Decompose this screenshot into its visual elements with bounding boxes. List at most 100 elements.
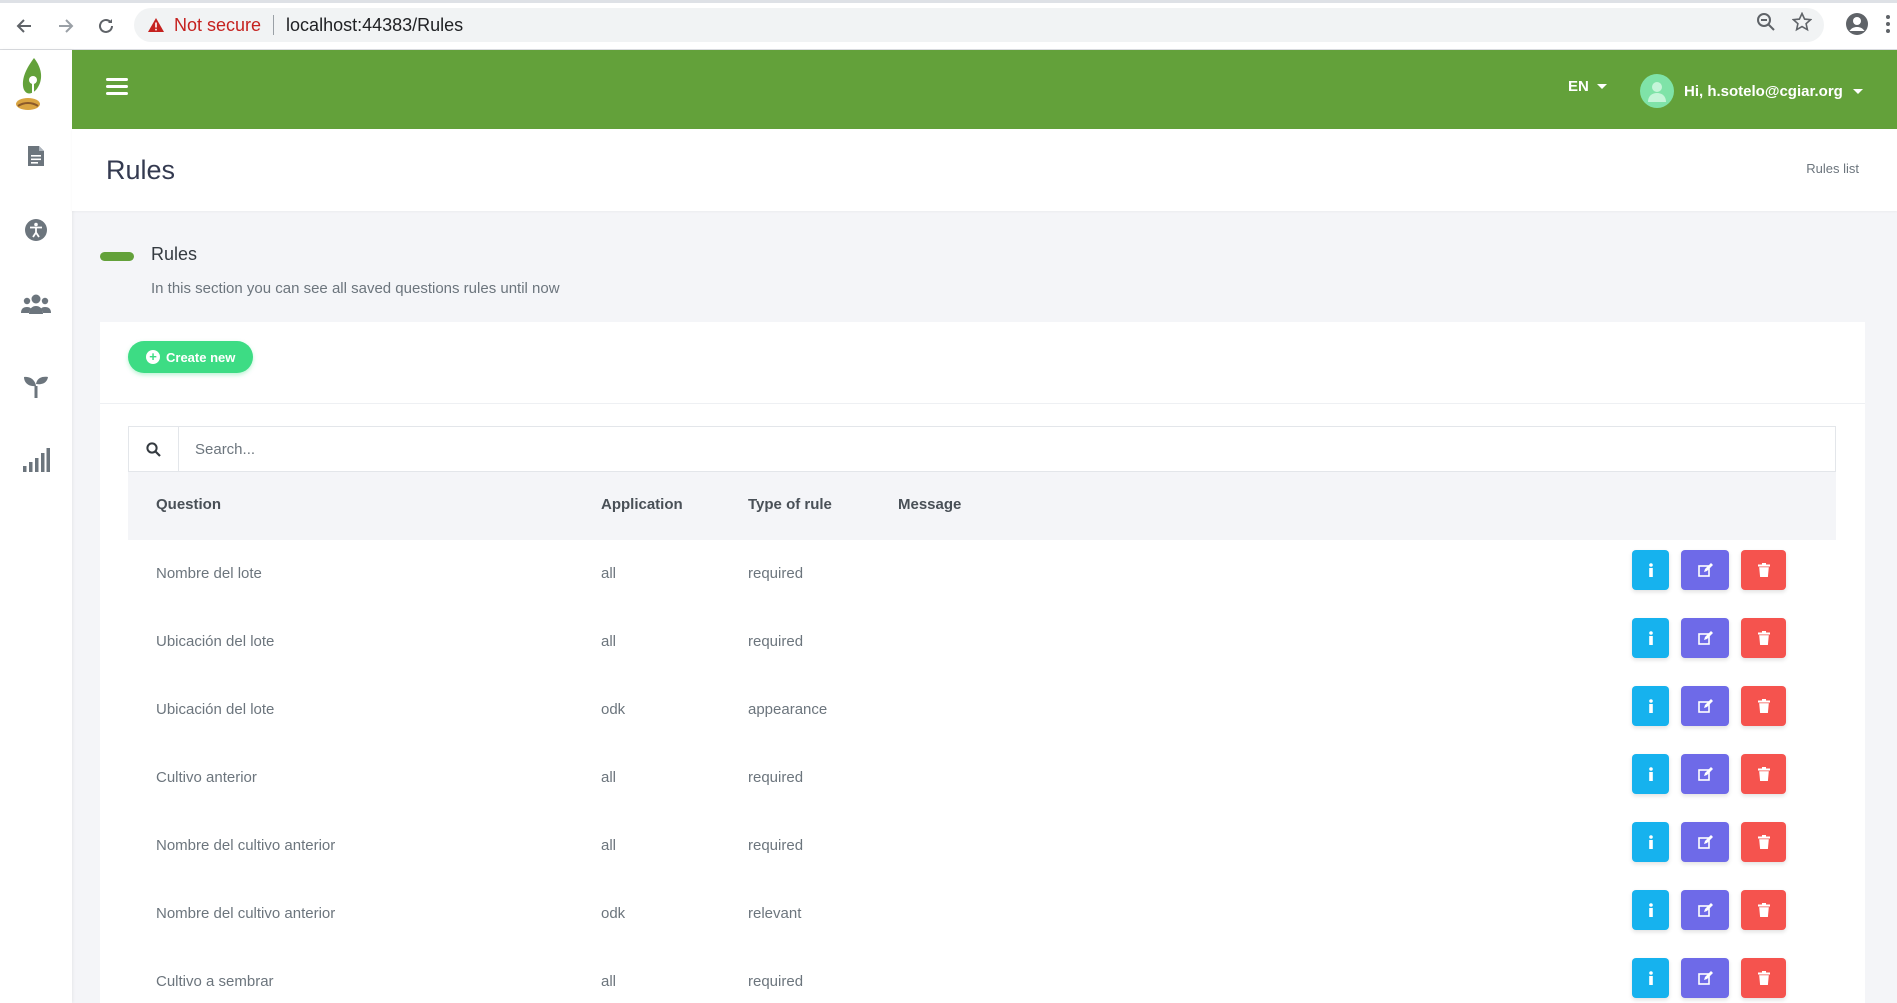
sidebar-item-accessibility[interactable] (20, 214, 52, 246)
security-indicator[interactable]: Not secure (148, 15, 261, 36)
delete-button[interactable] (1741, 550, 1786, 590)
column-header-application[interactable]: Application (601, 496, 683, 513)
info-icon (1648, 767, 1653, 781)
create-new-button[interactable]: + Create new (128, 341, 254, 373)
search-box (128, 426, 1836, 472)
chevron-down-icon (1852, 88, 1863, 94)
search-input[interactable] (179, 427, 1835, 471)
table-row: Cultivo a sembrar all required (128, 948, 1836, 1003)
info-icon (1648, 699, 1653, 713)
info-button[interactable] (1632, 618, 1669, 658)
cell-type-of-rule: required (748, 973, 804, 990)
leaf-logo-icon (16, 58, 42, 110)
cell-question: Ubicación del lote (156, 633, 275, 650)
url-text[interactable]: localhost:44383/Rules (286, 15, 463, 36)
info-icon (1648, 631, 1653, 645)
info-button[interactable] (1632, 890, 1669, 930)
rules-card: + Create new Question Application Type o… (100, 322, 1865, 1003)
delete-button[interactable] (1741, 618, 1786, 658)
cell-type-of-rule: required (748, 565, 804, 582)
back-button[interactable] (10, 12, 38, 40)
edit-button[interactable] (1681, 686, 1729, 726)
browser-tabstrip-edge (0, 0, 1897, 3)
table-row: Ubicación del lote all required (128, 608, 1836, 676)
left-sidebar (0, 50, 72, 1003)
menu-toggle-icon[interactable] (106, 78, 128, 96)
edit-button[interactable] (1681, 822, 1729, 862)
cell-type-of-rule: required (748, 769, 804, 786)
reload-button[interactable] (92, 12, 120, 40)
info-button[interactable] (1632, 754, 1669, 794)
delete-button[interactable] (1741, 686, 1786, 726)
zoom-icon[interactable] (1756, 12, 1776, 32)
edit-button[interactable] (1681, 550, 1729, 590)
cell-question: Nombre del cultivo anterior (156, 837, 336, 854)
info-button[interactable] (1632, 550, 1669, 590)
trash-icon (1757, 699, 1770, 713)
cell-application: all (601, 973, 617, 990)
table-row: Cultivo anterior all required (128, 744, 1836, 812)
edit-button[interactable] (1681, 958, 1729, 998)
delete-button[interactable] (1741, 890, 1786, 930)
edit-icon (1697, 971, 1713, 985)
edit-icon (1697, 903, 1713, 917)
info-button[interactable] (1632, 958, 1669, 998)
row-actions (1632, 618, 1786, 658)
edit-button[interactable] (1681, 890, 1729, 930)
breadcrumb: Rules list (1806, 161, 1859, 176)
cell-question: Nombre del cultivo anterior (156, 905, 336, 922)
user-greeting: Hi, h.sotelo@cgiar.org (1684, 82, 1843, 100)
cell-question: Nombre del lote (156, 565, 262, 582)
table-row: Nombre del cultivo anterior all required (128, 812, 1836, 880)
info-button[interactable] (1632, 686, 1669, 726)
cell-type-of-rule: appearance (748, 701, 828, 718)
cell-type-of-rule: relevant (748, 905, 802, 922)
cell-type-of-rule: required (748, 837, 804, 854)
column-header-message[interactable]: Message (898, 496, 961, 513)
row-actions (1632, 890, 1786, 930)
security-label: Not secure (174, 14, 262, 35)
rules-table: Question Application Type of rule Messag… (128, 472, 1836, 1003)
edit-icon (1697, 631, 1713, 645)
search-addon (129, 427, 179, 471)
delete-button[interactable] (1741, 958, 1786, 998)
address-bar[interactable]: Not secure localhost:44383/Rules (134, 8, 1824, 42)
cell-application: all (601, 837, 617, 854)
info-icon (1648, 971, 1653, 985)
forward-button[interactable] (52, 12, 80, 40)
browser-right-controls (1845, 12, 1897, 36)
cell-application: all (601, 565, 617, 582)
profile-icon[interactable] (1845, 12, 1869, 36)
row-actions (1632, 754, 1786, 794)
sidebar-item-crops[interactable] (20, 370, 52, 402)
column-header-type-of-rule[interactable]: Type of rule (748, 496, 832, 513)
avatar (1640, 74, 1674, 108)
cell-question: Cultivo a sembrar (156, 973, 274, 990)
language-selector[interactable]: EN (1568, 78, 1607, 95)
language-label: EN (1568, 78, 1589, 95)
table-row: Ubicación del lote odk appearance (128, 676, 1836, 744)
cell-type-of-rule: required (748, 633, 804, 650)
table-row: Nombre del lote all required (128, 540, 1836, 608)
edit-button[interactable] (1681, 618, 1729, 658)
sidebar-item-reports[interactable] (20, 444, 52, 476)
info-button[interactable] (1632, 822, 1669, 862)
trash-icon (1757, 903, 1770, 917)
edit-icon (1697, 563, 1713, 577)
cell-application: odk (601, 701, 626, 718)
delete-button[interactable] (1741, 754, 1786, 794)
back-arrow-icon (16, 19, 31, 33)
address-divider (273, 15, 275, 35)
card-toolbar: + Create new (100, 322, 1865, 404)
document-icon (28, 146, 44, 166)
edit-button[interactable] (1681, 754, 1729, 794)
browser-menu-icon[interactable] (1885, 14, 1891, 34)
app-logo[interactable] (14, 56, 48, 119)
delete-button[interactable] (1741, 822, 1786, 862)
accessibility-icon (25, 219, 47, 241)
bookmark-star-icon[interactable] (1792, 12, 1812, 32)
user-menu[interactable]: Hi, h.sotelo@cgiar.org (1640, 74, 1863, 108)
column-header-question[interactable]: Question (156, 496, 221, 513)
sidebar-item-users[interactable] (20, 288, 52, 320)
sidebar-item-documents[interactable] (20, 140, 52, 172)
